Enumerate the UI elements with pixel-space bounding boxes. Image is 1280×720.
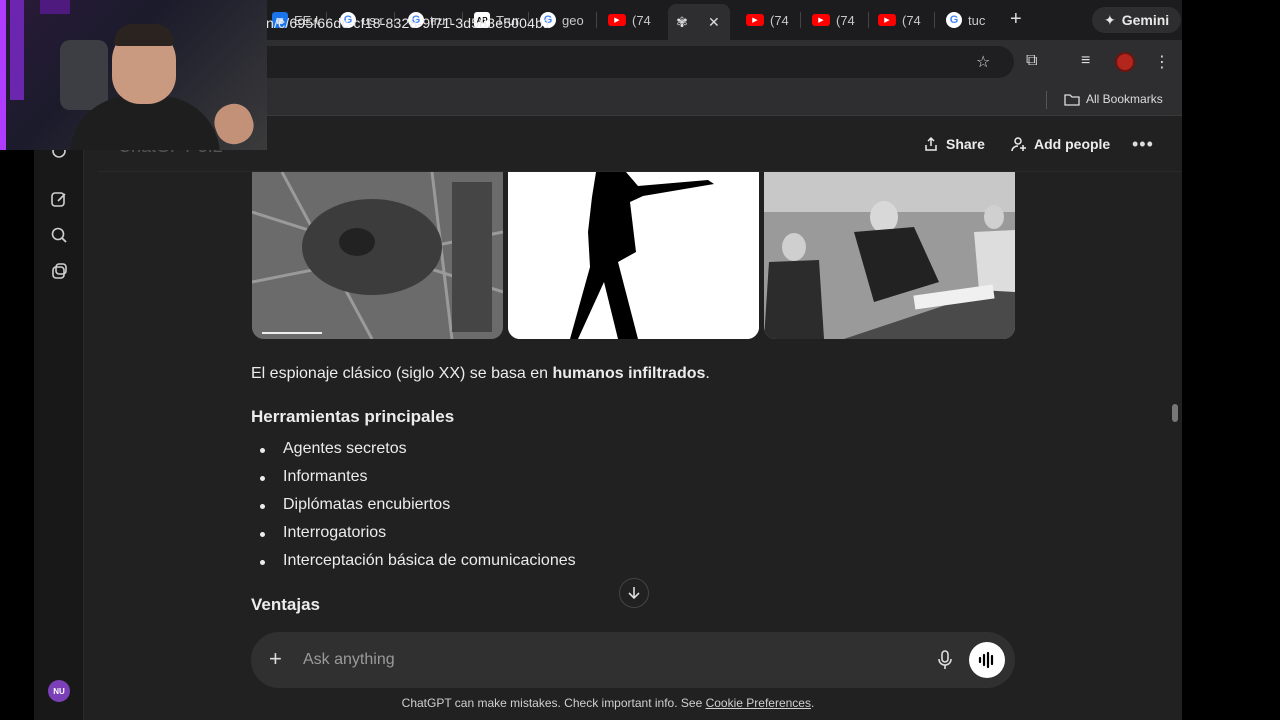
new-chat-icon[interactable] xyxy=(50,190,68,208)
add-people-button[interactable]: Add people xyxy=(1011,136,1110,152)
prompt-input[interactable] xyxy=(303,650,923,670)
add-people-label: Add people xyxy=(1034,136,1111,152)
browser-tab-active[interactable]: ✾ ✕ xyxy=(668,4,730,40)
tab-title: (74 xyxy=(836,12,855,28)
folder-icon xyxy=(1064,93,1080,106)
intro-paragraph: El espionaje clásico (siglo XX) se basa … xyxy=(251,365,710,383)
library-icon[interactable] xyxy=(50,262,68,280)
media-controls-icon[interactable]: ≡ xyxy=(1081,52,1090,70)
youtube-icon: ▶ xyxy=(608,14,626,26)
disclaimer: ChatGPT can make mistakes. Check importa… xyxy=(34,696,1182,710)
address-bar[interactable] xyxy=(154,46,1014,78)
tab-title: geo xyxy=(562,12,584,28)
sidebar: NU xyxy=(34,120,84,720)
arrow-down-icon xyxy=(628,587,640,600)
tab-title: (74 xyxy=(632,12,651,28)
gemini-label: Gemini xyxy=(1121,12,1170,28)
close-tab-icon[interactable]: ✕ xyxy=(708,14,720,31)
tab-search-icon[interactable]: ⧉ xyxy=(1026,52,1037,70)
browser-tab[interactable]: G tuc xyxy=(940,6,996,34)
youtube-icon: ▶ xyxy=(812,14,830,26)
satellite-map-image[interactable] xyxy=(252,172,503,339)
attach-plus-icon[interactable]: + xyxy=(269,648,282,670)
add-person-icon xyxy=(1011,137,1026,152)
list-item: Interceptación básica de comunicaciones xyxy=(251,552,576,580)
webcam-overlay xyxy=(0,0,267,150)
voice-mode-button[interactable] xyxy=(969,642,1005,678)
browser-tab[interactable]: ▶ (74 xyxy=(740,6,796,34)
disclaimer-text: ChatGPT can make mistakes. Check importa… xyxy=(401,696,706,710)
share-icon xyxy=(925,136,937,151)
chatgpt-page: NU ChatGPT 5.2 Share Add people ••• xyxy=(34,120,1182,720)
gemini-button[interactable]: ✦ Gemini xyxy=(1092,7,1182,33)
list-item: Interrogatorios xyxy=(251,524,576,552)
share-label: Share xyxy=(946,136,985,152)
page-scrollbar[interactable] xyxy=(1172,404,1178,422)
youtube-icon: ▶ xyxy=(878,14,896,26)
section-heading-ventajas: Ventajas xyxy=(251,595,320,614)
gemini-sparkle-icon: ✦ xyxy=(1104,11,1116,28)
composer: + xyxy=(251,632,1015,688)
browser-tab[interactable]: ▶ (74 xyxy=(806,6,862,34)
new-tab-plus-icon[interactable]: + xyxy=(1010,8,1022,31)
intro-bold-text: humanos infiltrados xyxy=(552,365,706,382)
chatgpt-icon: ✾ xyxy=(676,13,688,30)
share-button[interactable]: Share xyxy=(923,136,985,152)
tab-title: tuc xyxy=(968,12,986,28)
spy-silhouette-image[interactable] xyxy=(508,172,759,339)
tab-title: (74 xyxy=(770,12,789,28)
voice-waveform-icon xyxy=(978,652,994,668)
intro-suffix: . xyxy=(705,365,710,382)
url-text[interactable]: n/c/695f66dc-cf18-8328-9f71-3d583e5004b1 xyxy=(266,15,551,31)
browser-tab[interactable]: ▶ (74 xyxy=(872,6,928,34)
microphone-icon[interactable] xyxy=(937,650,953,670)
profile-avatar-icon[interactable] xyxy=(1115,52,1135,72)
list-item: Informantes xyxy=(251,468,576,496)
search-icon[interactable] xyxy=(50,226,68,244)
all-bookmarks-label: All Bookmarks xyxy=(1086,92,1163,106)
tools-list: Agentes secretos Informantes Diplómatas … xyxy=(251,440,576,580)
section-heading: Herramientas principales xyxy=(251,407,455,426)
more-options-icon[interactable]: ••• xyxy=(1132,134,1154,155)
meeting-photo-image[interactable] xyxy=(764,172,1015,339)
all-bookmarks-button[interactable]: All Bookmarks xyxy=(1064,92,1163,106)
scroll-to-bottom-button[interactable] xyxy=(619,578,649,608)
menu-kebab-icon[interactable]: ⋮ xyxy=(1154,52,1170,72)
bookmark-star-icon[interactable]: ☆ xyxy=(976,52,990,72)
disclaimer-suffix: . xyxy=(810,696,815,710)
tab-title: (74 xyxy=(902,12,921,28)
list-item: Agentes secretos xyxy=(251,440,576,468)
intro-text: El espionaje clásico (siglo XX) se basa … xyxy=(251,365,553,382)
browser-tab[interactable]: ▶ (74 xyxy=(602,6,658,34)
youtube-icon: ▶ xyxy=(746,14,764,26)
cookie-preferences-link[interactable]: Cookie Preferences xyxy=(706,696,811,710)
list-item: Diplómatas encubiertos xyxy=(251,496,576,524)
google-icon: G xyxy=(946,12,962,28)
